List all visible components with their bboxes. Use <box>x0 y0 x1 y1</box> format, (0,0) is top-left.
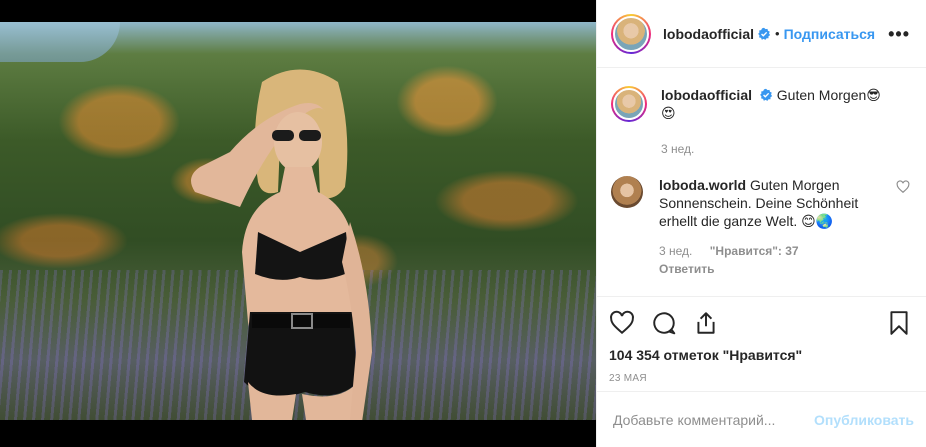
caption-text: Guten Morgen😎 <box>776 87 881 103</box>
more-icon[interactable]: ••• <box>888 25 910 43</box>
caption-time[interactable]: 3 нед. <box>661 142 694 156</box>
action-icons <box>609 307 912 339</box>
commenter-username[interactable]: loboda.world <box>659 177 746 193</box>
post-date[interactable]: 23 мая <box>609 373 912 384</box>
comment-body: loboda.world Guten Morgen Sonnenschein. … <box>659 176 888 278</box>
post-header: lobodaofficial • Подписаться ••• <box>597 0 926 68</box>
photo-woman <box>191 69 372 420</box>
follow-button[interactable]: Подписаться <box>784 26 876 42</box>
heart-icon[interactable] <box>609 310 635 336</box>
comment-item: loboda.world Guten Morgen Sonnenschein. … <box>611 176 910 278</box>
share-icon[interactable] <box>693 310 719 336</box>
post-photo[interactable] <box>0 22 596 420</box>
caption-body: lobodaofficial Guten Morgen😎 😍 3 нед. <box>661 86 910 158</box>
post-actions: 104 354 отметок "Нравится" 23 мая <box>597 296 926 384</box>
comment-likes[interactable]: "Нравится": 37 <box>710 244 799 258</box>
post-media <box>0 0 596 447</box>
caption-username[interactable]: lobodaofficial <box>661 87 752 103</box>
comment-icon[interactable] <box>651 310 677 336</box>
caption-emoji: 😍 <box>661 105 676 121</box>
author-avatar[interactable] <box>611 13 651 54</box>
verified-icon <box>758 27 771 40</box>
post-sidebar: lobodaofficial • Подписаться ••• lobodao… <box>596 0 926 447</box>
header-separator: • <box>775 26 780 41</box>
bookmark-icon[interactable] <box>886 310 912 336</box>
likes-count[interactable]: 104 354 отметок "Нравится" <box>609 347 912 363</box>
author-username[interactable]: lobodaofficial <box>663 26 754 42</box>
comments-list: lobodaofficial Guten Morgen😎 😍 3 нед. lo… <box>597 68 926 296</box>
caption-meta: 3 нед. <box>661 140 910 158</box>
publish-button[interactable]: Опубликовать <box>814 412 914 428</box>
author-info: lobodaofficial • Подписаться <box>663 26 875 42</box>
caption-item: lobodaofficial Guten Morgen😎 😍 3 нед. <box>611 86 910 158</box>
comment-meta: 3 нед. "Нравится": 37 <box>659 242 888 260</box>
commenter-avatar[interactable] <box>611 176 643 208</box>
verified-icon <box>760 88 773 101</box>
instagram-post: lobodaofficial • Подписаться ••• lobodao… <box>0 0 926 447</box>
add-comment-bar: Опубликовать <box>597 391 926 447</box>
reply-button[interactable]: Ответить <box>659 260 888 278</box>
heart-icon[interactable] <box>896 180 910 194</box>
comment-input[interactable] <box>613 411 815 428</box>
comment-time[interactable]: 3 нед. <box>659 244 692 258</box>
caption-avatar[interactable] <box>611 86 647 122</box>
